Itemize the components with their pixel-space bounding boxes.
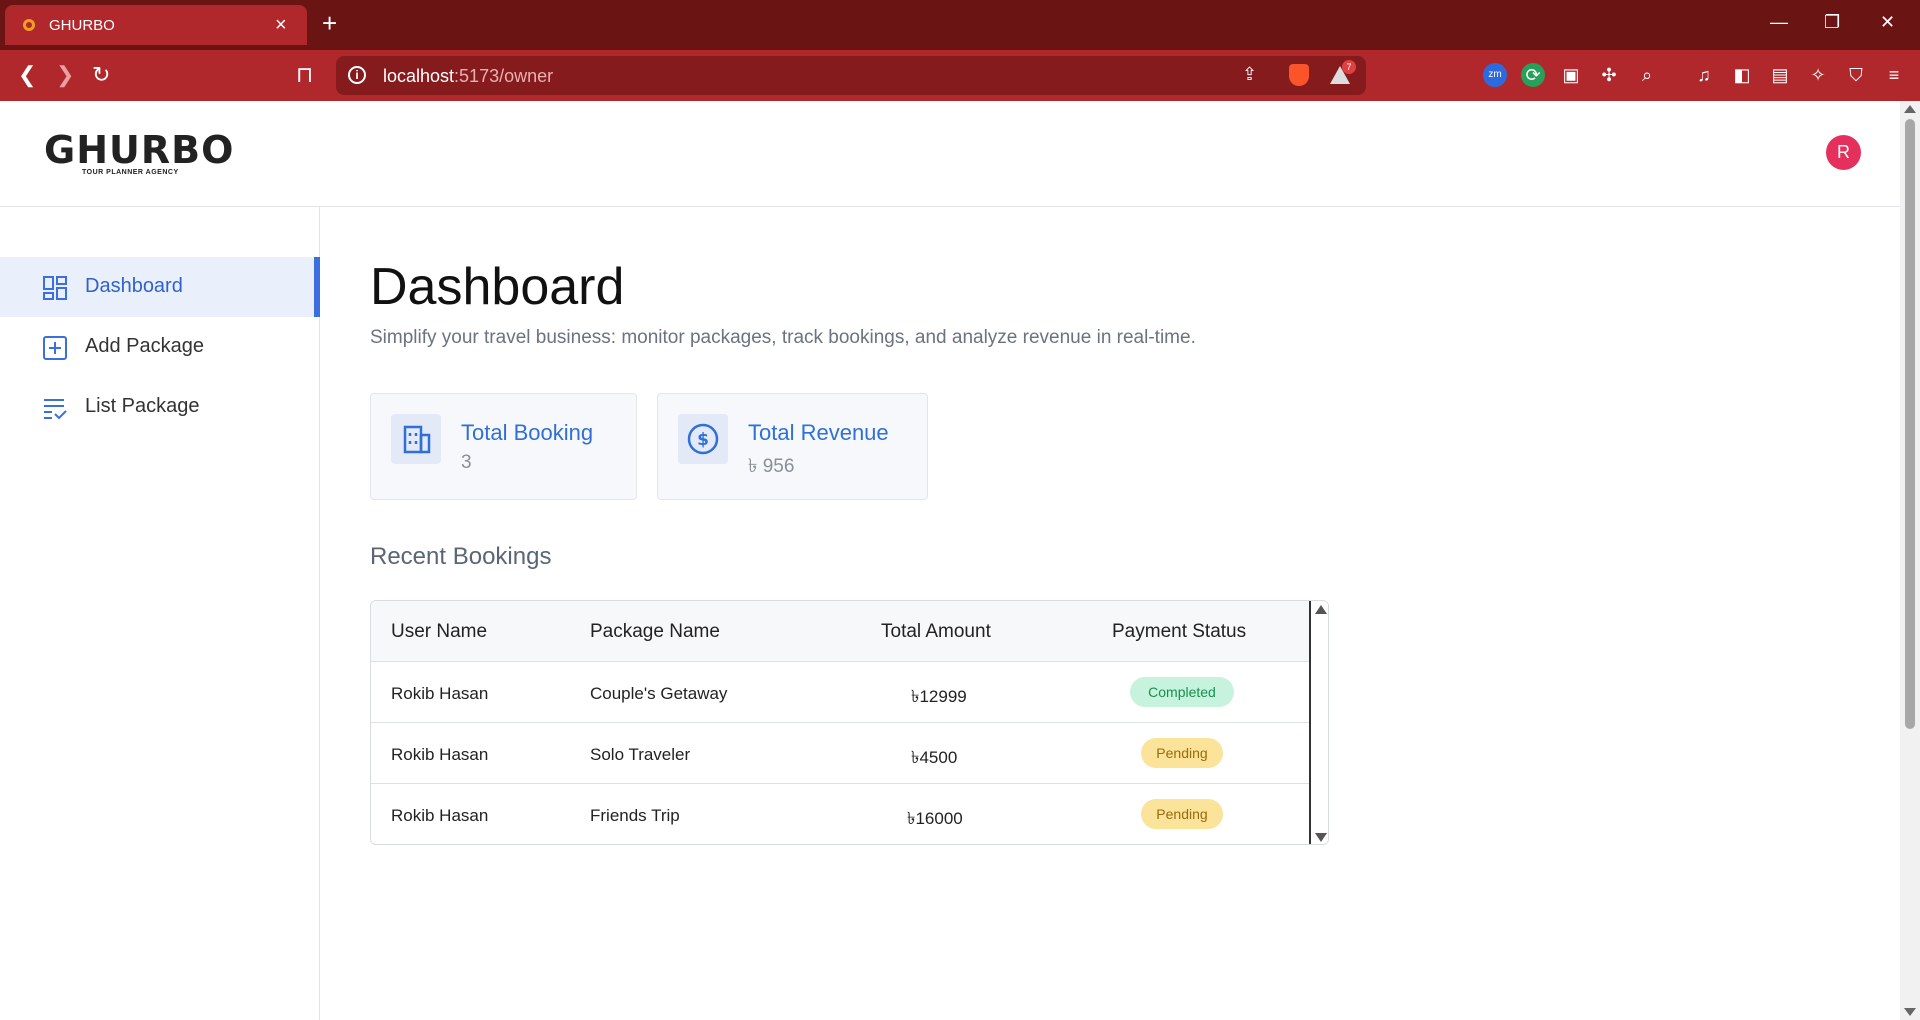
share-icon[interactable]: ⇪ bbox=[1242, 64, 1257, 85]
menu-icon[interactable]: ≡ bbox=[1882, 63, 1906, 87]
add-box-icon bbox=[43, 336, 67, 360]
stat-label: Total Booking bbox=[461, 420, 594, 445]
brave-shields-icon[interactable] bbox=[1289, 64, 1309, 86]
bookings-table: User Name Package Name Total Amount Paym… bbox=[370, 600, 1329, 845]
reload-icon[interactable]: ↻ bbox=[92, 62, 110, 88]
browser-toolbar: ❮ ❯ ↻ ⊓ i localhost:5173/owner ⇪ 7 zm ⟳ … bbox=[0, 50, 1920, 101]
status-badge: Completed bbox=[1130, 677, 1234, 707]
cell-amount: ৳16000 bbox=[907, 809, 963, 828]
site-info-icon[interactable]: i bbox=[348, 66, 366, 84]
page-title: Dashboard bbox=[370, 258, 625, 316]
stat-icon-box bbox=[391, 414, 441, 464]
scroll-down-icon[interactable] bbox=[1904, 1008, 1916, 1016]
scroll-down-icon[interactable] bbox=[1315, 833, 1327, 842]
cell-amount: ৳12999 bbox=[911, 687, 967, 706]
column-header-user: User Name bbox=[391, 621, 488, 642]
sidebar-item-dashboard[interactable]: Dashboard bbox=[0, 257, 320, 317]
sidebar-item-list-package[interactable]: List Package bbox=[0, 377, 320, 437]
table-row: Rokib Hasan Couple's Getaway ৳12999 Comp… bbox=[371, 662, 1309, 723]
sync-extension-icon[interactable]: ⟳ bbox=[1521, 63, 1545, 87]
cell-package: Solo Traveler bbox=[590, 745, 691, 764]
table-row: Rokib Hasan Solo Traveler ৳4500 Pending bbox=[371, 723, 1309, 784]
table-row: Rokib Hasan Friends Trip ৳16000 Pending bbox=[371, 784, 1309, 844]
cell-package: Couple's Getaway bbox=[590, 684, 728, 703]
tab-close-icon[interactable]: × bbox=[275, 14, 287, 37]
site-favicon-icon bbox=[23, 19, 35, 31]
svg-text:$: $ bbox=[697, 430, 709, 450]
rewards-badge: 7 bbox=[1342, 60, 1356, 74]
column-header-status: Payment Status bbox=[1112, 621, 1247, 642]
scroll-up-icon[interactable] bbox=[1315, 605, 1327, 614]
stat-icon-box: $ bbox=[678, 414, 728, 464]
stat-label: Total Revenue bbox=[748, 420, 889, 445]
page-scrollbar[interactable] bbox=[1900, 101, 1920, 1020]
bookmark-icon[interactable]: ⊓ bbox=[296, 62, 313, 88]
stat-value: 3 bbox=[461, 452, 472, 473]
restore-icon[interactable]: ❐ bbox=[1824, 12, 1840, 33]
browser-tab-bar: GHURBO × + — ❐ ✕ bbox=[0, 0, 1920, 50]
cell-user: Rokib Hasan bbox=[391, 806, 489, 825]
status-badge: Pending bbox=[1141, 799, 1223, 829]
sidebar: Dashboard Add Package List Package bbox=[0, 207, 320, 1020]
sidebar-toggle-icon[interactable]: ◧ bbox=[1730, 63, 1754, 87]
sidebar-item-label: Dashboard bbox=[85, 275, 183, 297]
address-bar[interactable]: i localhost:5173/owner ⇪ 7 bbox=[336, 56, 1366, 95]
column-header-amount: Total Amount bbox=[881, 621, 991, 642]
cell-user: Rokib Hasan bbox=[391, 745, 489, 764]
sidebar-item-label: Add Package bbox=[85, 335, 204, 357]
logo[interactable]: GHURBO TOUR PLANNER AGENCY bbox=[44, 131, 234, 176]
leo-ai-icon[interactable]: ✧ bbox=[1806, 63, 1830, 87]
cell-amount: ৳4500 bbox=[911, 748, 958, 767]
scrollbar-thumb[interactable] bbox=[1905, 119, 1915, 729]
sidebar-item-label: List Package bbox=[85, 395, 200, 417]
cell-user: Rokib Hasan bbox=[391, 684, 489, 703]
status-badge: Pending bbox=[1141, 738, 1223, 768]
scroll-up-icon[interactable] bbox=[1904, 105, 1916, 113]
tab-title: GHURBO bbox=[49, 17, 115, 34]
media-icon[interactable]: ♫ bbox=[1692, 63, 1716, 87]
forward-icon[interactable]: ❯ bbox=[56, 62, 74, 88]
vpn-icon[interactable]: ⛉ bbox=[1844, 63, 1868, 87]
avatar[interactable]: R bbox=[1826, 135, 1861, 170]
dollar-circle-icon: $ bbox=[687, 423, 719, 455]
dashboard-icon bbox=[43, 276, 67, 300]
building-icon bbox=[403, 425, 431, 454]
image-extension-icon[interactable]: ▣ bbox=[1559, 63, 1583, 87]
sidebar-item-add-package[interactable]: Add Package bbox=[0, 317, 320, 377]
browser-tab[interactable]: GHURBO × bbox=[5, 5, 307, 45]
app-header: GHURBO TOUR PLANNER AGENCY R bbox=[0, 101, 1900, 207]
minimize-icon[interactable]: — bbox=[1770, 12, 1788, 33]
cell-package: Friends Trip bbox=[590, 806, 680, 825]
logo-main-text: GHURBO bbox=[44, 128, 235, 172]
new-tab-icon[interactable]: + bbox=[322, 10, 337, 36]
table-header: User Name Package Name Total Amount Paym… bbox=[371, 601, 1309, 662]
zoom-extension-icon[interactable]: zm bbox=[1483, 63, 1507, 87]
table-scrollbar[interactable] bbox=[1309, 601, 1328, 844]
back-icon[interactable]: ❮ bbox=[18, 62, 36, 88]
stat-card-total-booking: Total Booking 3 bbox=[370, 393, 637, 500]
main-content: Dashboard Simplify your travel business:… bbox=[320, 207, 1900, 1020]
wallet-icon[interactable]: ▤ bbox=[1768, 63, 1792, 87]
column-header-package: Package Name bbox=[590, 621, 720, 642]
recent-bookings-title: Recent Bookings bbox=[370, 543, 552, 570]
window-close-icon[interactable]: ✕ bbox=[1880, 12, 1895, 33]
search-extension-icon[interactable]: ⌕ bbox=[1635, 63, 1659, 87]
url-text: localhost:5173/owner bbox=[383, 66, 554, 86]
page-subtitle: Simplify your travel business: monitor p… bbox=[370, 327, 1196, 348]
stat-value: ৳ 956 bbox=[748, 456, 795, 477]
list-checks-icon bbox=[44, 399, 67, 420]
extensions-puzzle-icon[interactable]: ✣ bbox=[1597, 63, 1621, 87]
stat-card-total-revenue: $ Total Revenue ৳ 956 bbox=[657, 393, 928, 500]
